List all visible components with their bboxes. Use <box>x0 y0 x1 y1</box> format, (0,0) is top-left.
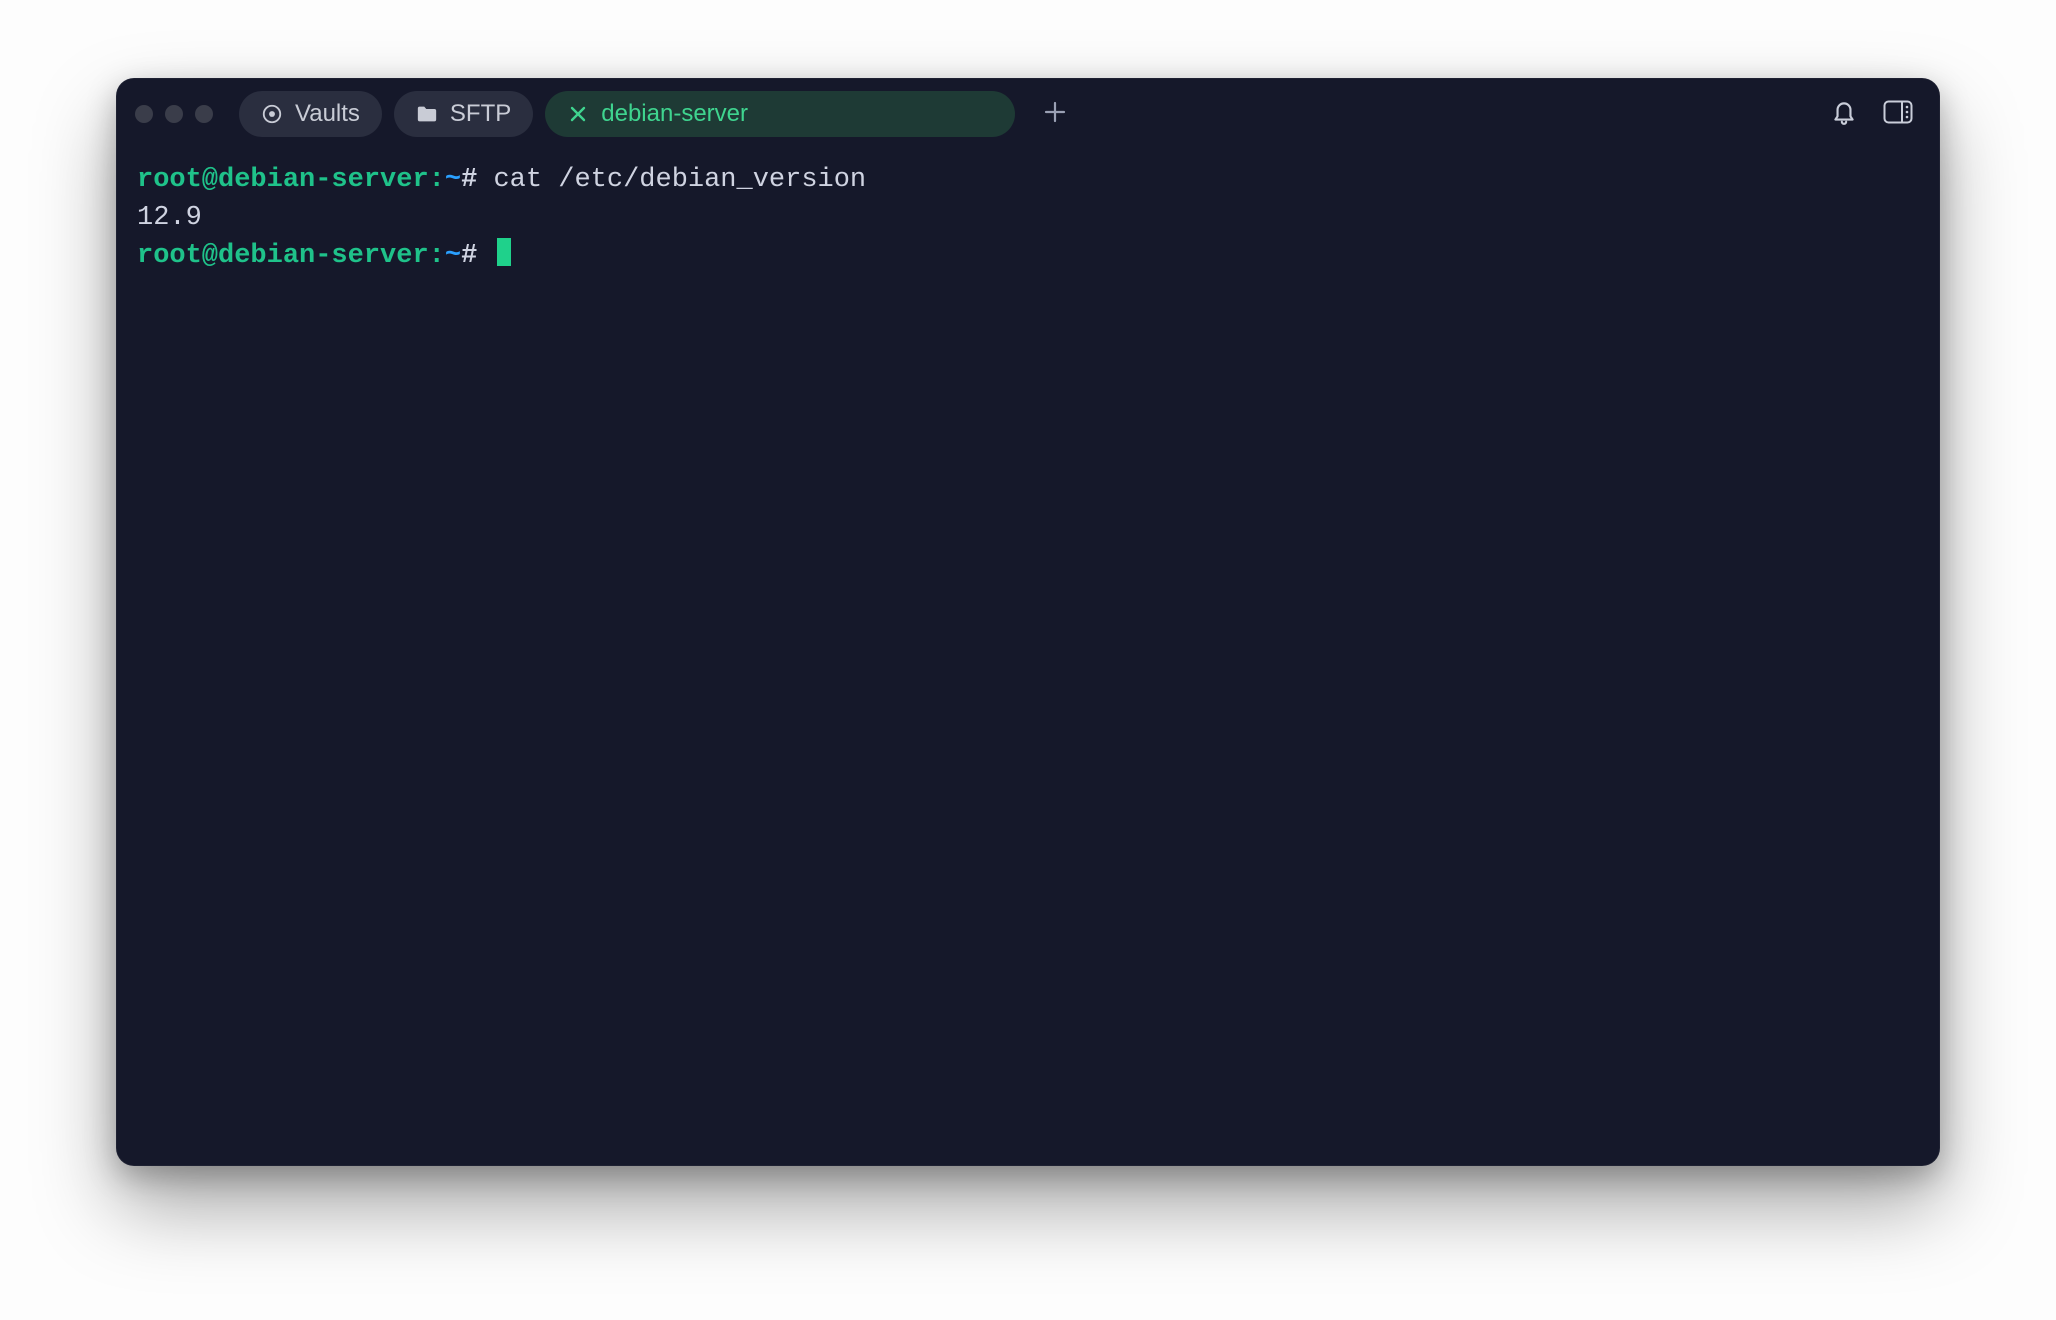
prompt-path: ~ <box>445 241 461 271</box>
sidebar-icon <box>1883 100 1913 129</box>
tab-debian-server[interactable]: debian-server <box>545 91 1015 137</box>
vaults-icon <box>261 103 283 125</box>
titlebar: Vaults SFTP <box>117 79 1939 149</box>
new-tab-button[interactable] <box>1033 92 1077 136</box>
prompt-user-host: root@debian-server: <box>137 241 445 271</box>
window-zoom-button[interactable] <box>195 105 213 123</box>
prompt-path: ~ <box>445 165 461 195</box>
terminal-window: Vaults SFTP <box>116 78 1940 1166</box>
terminal-output[interactable]: root@debian-server:~# cat /etc/debian_ve… <box>117 149 1939 1165</box>
command-text: cat /etc/debian_version <box>493 165 866 195</box>
bell-icon <box>1831 98 1857 131</box>
cursor <box>497 238 511 266</box>
tab-bar: Vaults SFTP <box>239 91 1077 137</box>
panel-toggle-button[interactable] <box>1883 99 1913 129</box>
prompt-user-host: root@debian-server: <box>137 165 445 195</box>
prompt-symbol: # <box>461 241 477 271</box>
notifications-button[interactable] <box>1829 99 1859 129</box>
output-line: 12.9 <box>137 203 202 233</box>
titlebar-actions <box>1829 99 1921 129</box>
window-controls <box>135 105 213 123</box>
tab-vaults[interactable]: Vaults <box>239 91 382 137</box>
prompt-symbol: # <box>461 165 477 195</box>
tab-label: Vaults <box>295 100 360 128</box>
close-icon[interactable] <box>567 103 589 125</box>
window-minimize-button[interactable] <box>165 105 183 123</box>
tab-label: SFTP <box>450 100 511 128</box>
tab-sftp[interactable]: SFTP <box>394 91 533 137</box>
folder-icon <box>416 103 438 125</box>
tab-label: debian-server <box>601 100 748 128</box>
window-close-button[interactable] <box>135 105 153 123</box>
plus-icon <box>1044 98 1066 130</box>
